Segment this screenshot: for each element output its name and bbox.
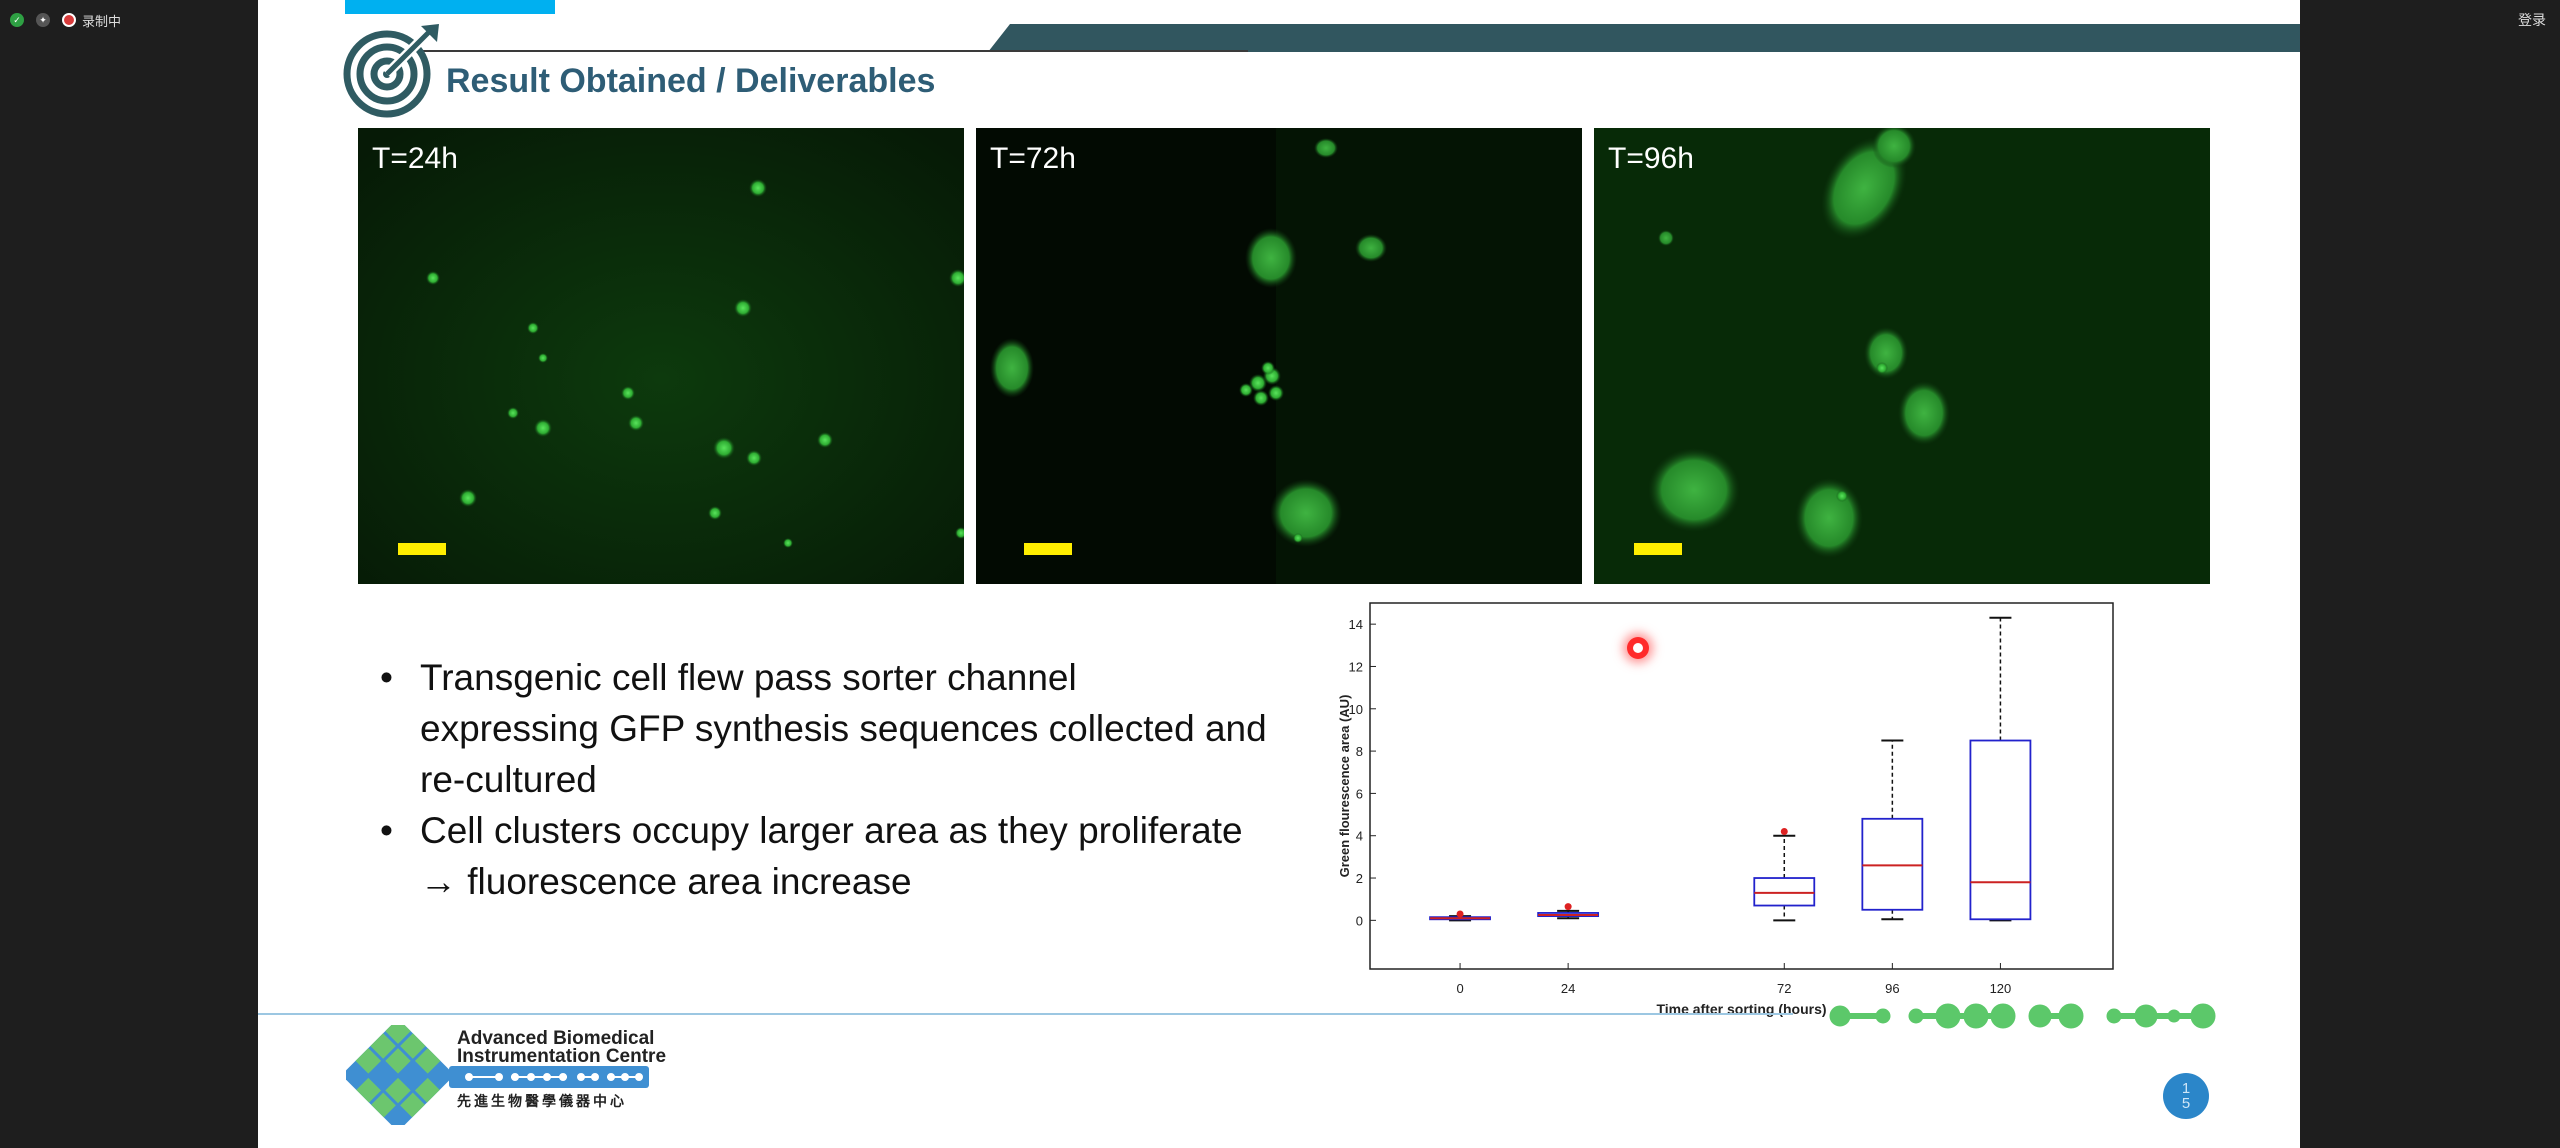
plot-frame: [1369, 602, 2114, 970]
bullet-item: • Cell clusters occupy larger area as th…: [368, 805, 1268, 907]
x-tick-label: 96: [1885, 981, 1899, 996]
shield-check-icon[interactable]: ✓: [10, 13, 24, 27]
bullet-line: expressing GFP synthesis sequences colle…: [420, 708, 1267, 749]
bullet-item: • Transgenic cell flew pass sorter chann…: [368, 652, 1268, 805]
target-icon: [343, 24, 439, 118]
panel-label: T=24h: [372, 142, 458, 175]
micrograph-72h: T=72h: [976, 128, 1582, 584]
logo-mark-icon: [346, 1025, 455, 1125]
bullet-line: re-cultured: [420, 759, 597, 800]
bullet-dot: •: [380, 657, 393, 698]
y-axis-label: Green flourescence area (AU): [1338, 695, 1352, 878]
footer-rule: [258, 1013, 1793, 1015]
page-number-digit: 5: [2181, 1095, 2191, 1112]
logo-line-2: Instrumentation Centre: [457, 1046, 667, 1067]
page-number-digit: 1: [2181, 1080, 2191, 1097]
panel-label: T=72h: [990, 142, 1076, 175]
y-tick-label: 12: [1349, 659, 1363, 674]
y-tick-label: 6: [1356, 786, 1363, 801]
recording-label: 录制中: [82, 13, 122, 29]
y-tick-label: 0: [1356, 913, 1363, 928]
header-band: [988, 24, 2300, 52]
panel-label: T=96h: [1608, 142, 1694, 175]
header-accent-bar: [345, 0, 555, 14]
laser-pointer: [1627, 637, 1649, 659]
record-icon: [62, 13, 76, 27]
window-indicators: ✓ ✦ 录制中: [10, 9, 121, 31]
slide-title: Result Obtained / Deliverables: [446, 62, 936, 100]
page-number-badge[interactable]: 1 5: [2163, 1073, 2209, 1119]
presentation-slide: Result Obtained / Deliverables T=24h T=7…: [258, 0, 2300, 1148]
login-button[interactable]: 登录: [2518, 10, 2546, 30]
logo-circuit-strip: [449, 1066, 649, 1088]
logo-line-3: 先進生物醫學儀器中心: [457, 1093, 627, 1109]
y-tick-label: 8: [1356, 744, 1363, 759]
box-outlier: [1780, 827, 1788, 835]
x-tick-label: 0: [1456, 981, 1463, 996]
scale-bar: [398, 543, 446, 555]
header-divider: [408, 50, 1248, 52]
bullet-line: Transgenic cell flew pass sorter channel: [420, 657, 1077, 698]
recording-indicator[interactable]: 录制中: [62, 11, 121, 30]
x-tick-label: 24: [1561, 981, 1575, 996]
bullet-dot: •: [380, 810, 393, 851]
box-outlier: [1564, 903, 1572, 911]
x-tick-label: 120: [1990, 981, 2012, 996]
y-tick-label: 4: [1356, 829, 1363, 844]
bullet-list: • Transgenic cell flew pass sorter chann…: [368, 652, 1268, 907]
micrograph-96h: T=96h: [1594, 128, 2210, 584]
institute-logo: Advanced Biomedical Instrumentation Cent…: [346, 1025, 666, 1125]
pin-icon[interactable]: ✦: [36, 13, 50, 27]
box-outlier: [1456, 910, 1464, 918]
micrograph-24h: T=24h: [358, 128, 964, 584]
bullet-line: → fluorescence area increase: [420, 861, 912, 902]
boxplot-chart: 024681012140 24 72 96 120Time after sorting …: [1338, 602, 2114, 1017]
y-tick-label: 14: [1349, 617, 1363, 632]
y-tick-label: 2: [1356, 871, 1363, 886]
scale-bar: [1024, 543, 1072, 555]
cell-beads-decoration: [1829, 1003, 2216, 1029]
bullet-line: Cell clusters occupy larger area as they…: [420, 810, 1243, 851]
scale-bar: [1634, 543, 1682, 555]
x-tick-label: 72: [1777, 981, 1791, 996]
